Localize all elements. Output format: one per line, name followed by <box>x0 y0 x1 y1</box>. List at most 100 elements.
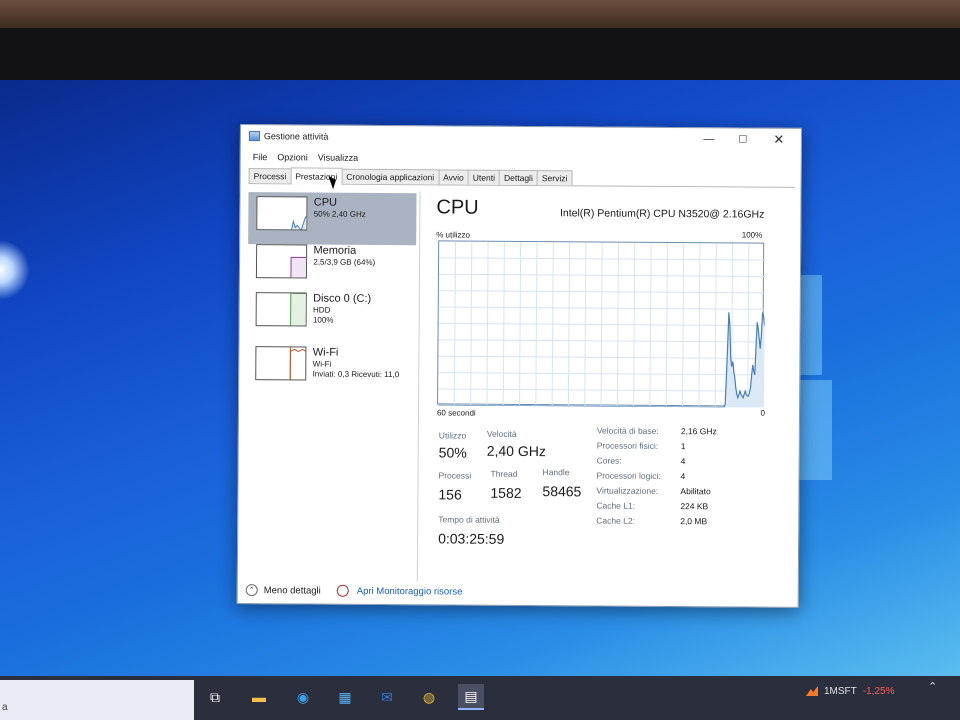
edge-icon[interactable]: ◉ <box>290 684 316 710</box>
fewer-details-link[interactable]: Meno dettagli <box>264 585 321 596</box>
stat-label-uptime: Tempo di attività <box>438 514 500 525</box>
grid-line-v <box>600 242 603 407</box>
grid-line-v <box>551 242 554 407</box>
resource-monitor-icon[interactable] <box>336 584 349 597</box>
grid-line-v <box>682 243 685 408</box>
grid-line-v <box>747 243 750 408</box>
resource-name: Disco 0 (C:) <box>313 292 372 305</box>
cpu-usage-graph <box>437 240 766 408</box>
resource-item-disk[interactable]: Disco 0 (C:) HDD 100% <box>247 288 415 341</box>
stat-value-speed: 2,40 GHz <box>486 442 546 460</box>
grid-line-v <box>714 243 717 408</box>
stat-value-processes: 156 <box>438 486 462 503</box>
cpu-mini-graph <box>256 196 308 231</box>
stat-label-speed: Velocità <box>486 428 517 439</box>
tab-services[interactable]: Servizi <box>536 170 573 186</box>
detail-value-sockets: 1 <box>680 441 686 452</box>
detail-key-cache-l1: Cache L1: <box>596 500 636 511</box>
detail-value-cores: 4 <box>680 456 686 467</box>
detail-value-cache-l1: 224 KB <box>680 501 709 512</box>
grid-line-v <box>519 241 522 406</box>
memory-mini-graph <box>255 244 308 279</box>
resource-list: CPU 50% 2,40 GHz Memoria 2,5/3,9 GB (64%… <box>245 190 421 582</box>
grid-line-v <box>616 242 619 407</box>
grid-line-v <box>470 241 473 406</box>
menu-options[interactable]: Opzioni <box>277 152 308 162</box>
stock-change: -1,25% <box>862 685 895 697</box>
grid-line-v <box>486 241 489 406</box>
detail-key-base-speed: Velocità di base: <box>596 425 659 436</box>
grid-line-v <box>698 243 701 408</box>
resource-item-cpu[interactable]: CPU 50% 2,40 GHz <box>248 192 417 246</box>
detail-key-cores: Cores: <box>596 455 622 466</box>
window-title: Gestione attività <box>263 131 329 142</box>
graph-y-label: % utilizzo <box>436 230 471 240</box>
maximize-button[interactable]: ☐ <box>727 128 759 150</box>
light-glare <box>0 240 30 300</box>
stat-value-threads: 1582 <box>490 484 522 501</box>
tab-app-history[interactable]: Cronologia applicazioni <box>341 168 440 185</box>
stat-value-utilization: 50% <box>438 444 467 461</box>
outlook-icon[interactable]: ✉ <box>374 684 400 710</box>
wifi-mini-graph <box>255 346 307 381</box>
cpu-detail-panel: CPU Intel(R) Pentium(R) CPU N3520@ 2.16G… <box>434 196 777 578</box>
open-resource-monitor-link[interactable]: Apri Monitoraggio risorse <box>357 585 463 597</box>
resource-summary: Wi-Fi <box>312 359 332 369</box>
resource-name: Wi-Fi <box>312 346 339 359</box>
resource-item-wifi[interactable]: Wi-Fi Wi-Fi Inviati: 0,3 Ricevuti: 11,0 <box>247 342 415 395</box>
chevron-up-icon[interactable]: ⌃ <box>928 680 937 693</box>
resource-summary: 50% 2,40 GHz <box>313 209 366 219</box>
task-manager-icon <box>248 131 260 142</box>
resource-summary: 2,5/3,9 GB (64%) <box>313 257 376 267</box>
resource-name: Memoria <box>313 244 357 257</box>
stock-widget[interactable]: 1MSFT -1,25% <box>806 676 894 706</box>
task-view-icon[interactable]: ⧉ <box>202 684 228 710</box>
resource-summary: Inviati: 0,3 Ricevuti: 11,0 <box>312 369 400 380</box>
chevron-up-icon[interactable]: ⌃ <box>245 584 258 597</box>
grid-line-v <box>665 242 668 407</box>
stat-value-uptime: 0:03:25:59 <box>438 530 505 547</box>
search-box[interactable]: a <box>0 680 194 720</box>
tab-details[interactable]: Dettagli <box>498 169 538 186</box>
search-text: a <box>2 702 8 713</box>
footer-bar: ⌃ Meno dettagli Apri Monitoraggio risors… <box>245 581 786 603</box>
grid-line-v <box>633 242 636 407</box>
graph-time-label: 60 secondi <box>436 408 476 418</box>
grid-line-v <box>567 242 571 407</box>
detail-key-virtualization: Virtualizzazione: <box>596 485 659 496</box>
detail-value-cache-l2: 2,0 MB <box>680 516 708 527</box>
stat-label-utilization: Utilizzo <box>438 430 467 441</box>
stat-label-threads: Thread <box>490 468 518 479</box>
resource-name: CPU <box>313 196 338 209</box>
detail-key-cache-l2: Cache L2: <box>596 515 636 526</box>
graph-max-label: 100% <box>741 230 763 240</box>
tab-processes[interactable]: Processi <box>248 168 292 184</box>
resource-summary: HDD <box>313 305 331 315</box>
resource-item-memory[interactable]: Memoria 2,5/3,9 GB (64%) <box>248 240 416 293</box>
stat-value-handles: 58465 <box>542 483 582 500</box>
taskbar: a ⧉ ▬ ◉ ▦ ✉ ◍ ▤ 1MSFT -1,25% ⌃ <box>0 676 960 720</box>
detail-value-base-speed: 2,16 GHz <box>680 426 717 437</box>
file-explorer-icon[interactable]: ▬ <box>246 684 272 710</box>
detail-value-virtualization: Abilitato <box>680 486 711 497</box>
menu-view[interactable]: Visualizza <box>318 153 358 163</box>
menu-file[interactable]: File <box>253 152 268 162</box>
detail-key-sockets: Processori fisici: <box>596 440 659 451</box>
task-manager-window: Gestione attività — ☐ ✕ File Opzioni Vis… <box>236 124 802 608</box>
tab-users[interactable]: Utenti <box>467 169 501 185</box>
minimize-button[interactable]: — <box>693 128 725 150</box>
stat-label-processes: Processi <box>438 470 472 481</box>
close-button[interactable]: ✕ <box>763 129 795 151</box>
grid-line-v <box>535 242 538 407</box>
task-manager-taskbar-icon[interactable]: ▤ <box>458 684 484 710</box>
resource-summary: 100% <box>312 315 334 325</box>
graph-min-label: 0 <box>760 408 766 418</box>
store-icon[interactable]: ▦ <box>332 684 358 710</box>
tab-startup[interactable]: Avvio <box>438 169 469 185</box>
grid-line-v <box>453 241 456 406</box>
detail-value-logical: 4 <box>680 471 686 482</box>
grid-line-v <box>649 242 652 407</box>
grid-line-v <box>584 242 587 407</box>
chrome-icon[interactable]: ◍ <box>416 684 442 710</box>
stock-trend-icon <box>806 686 818 696</box>
